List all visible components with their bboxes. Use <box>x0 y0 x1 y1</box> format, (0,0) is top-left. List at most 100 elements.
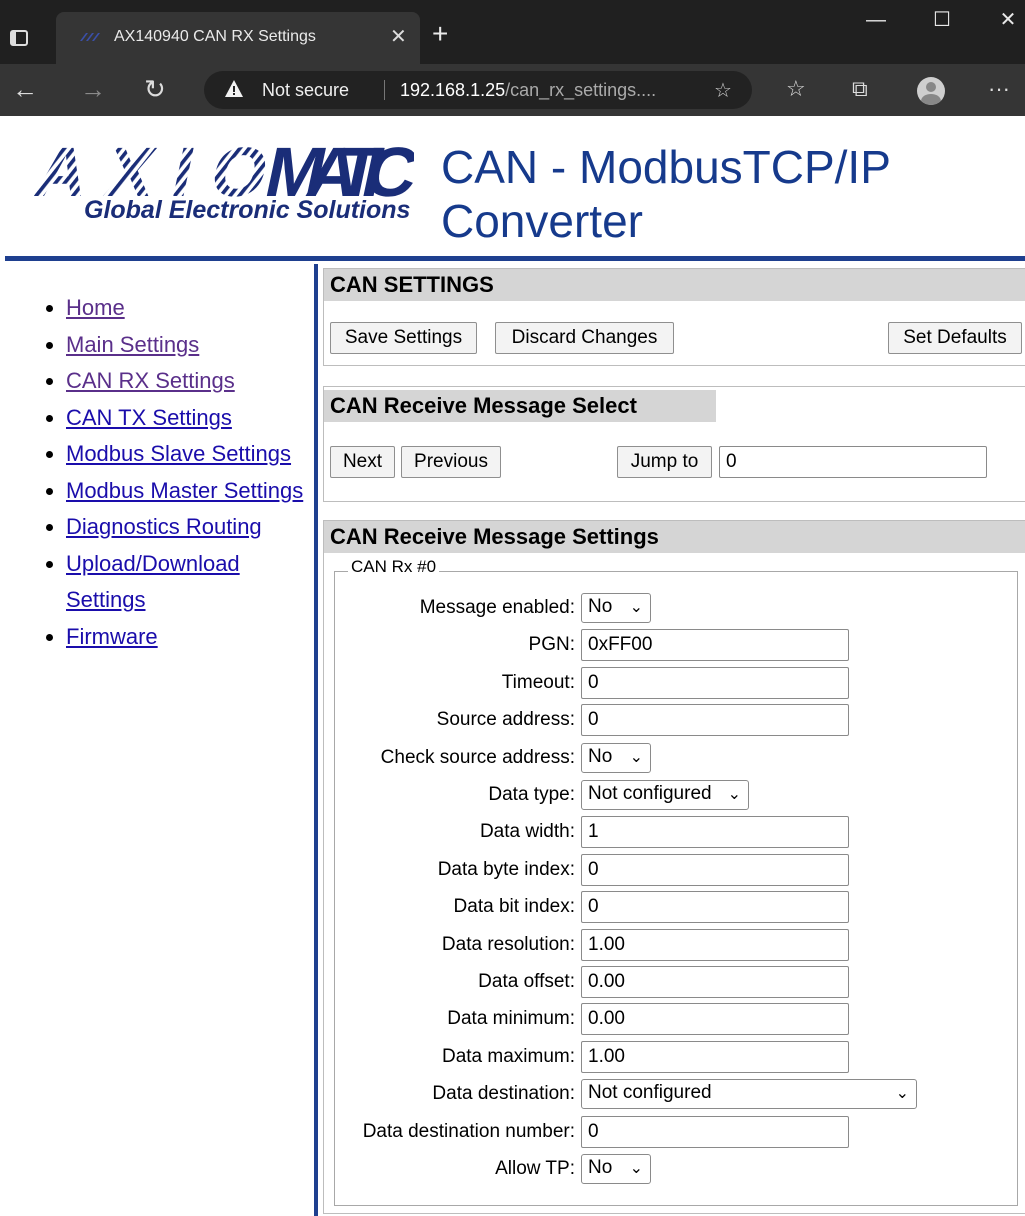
message-select-title: CAN Receive Message Select <box>324 390 716 422</box>
jump-to-button[interactable]: Jump to <box>617 446 712 478</box>
sidebar-divider <box>314 264 318 1216</box>
nav-link-can-tx-settings[interactable]: CAN TX Settings <box>66 405 232 430</box>
message-enabled-select[interactable]: No ⌄ <box>581 593 651 623</box>
close-tab-icon[interactable]: ✕ <box>390 24 407 49</box>
message-settings-title: CAN Receive Message Settings <box>324 521 1025 553</box>
data-byte-index-label: Data byte index: <box>437 859 575 880</box>
sidebar-item: Main Settings <box>66 327 310 364</box>
sidebar-item: CAN RX Settings <box>66 363 310 400</box>
more-menu-icon[interactable]: ··· <box>988 74 1010 104</box>
close-window-button[interactable]: ✕ <box>978 2 1025 42</box>
can-settings-title: CAN SETTINGS <box>324 269 1025 301</box>
tab-title: AX140940 CAN RX Settings <box>114 28 316 45</box>
maximize-button[interactable]: ☐ <box>912 2 972 42</box>
browser-tab-bar: AX140940 CAN RX Settings ✕ + — ☐ ✕ <box>0 0 1025 64</box>
timeout-label: Timeout: <box>501 672 575 693</box>
chevron-down-icon: ⌄ <box>727 786 741 803</box>
data-type-label: Data type: <box>488 784 575 805</box>
can-rx-legend: CAN Rx #0 <box>348 557 440 577</box>
sidebar-item: Diagnostics Routing <box>66 509 310 546</box>
browser-tab[interactable]: AX140940 CAN RX Settings ✕ <box>56 12 420 64</box>
profile-avatar[interactable] <box>917 77 945 105</box>
check-source-address-select[interactable]: No ⌄ <box>581 743 651 773</box>
new-tab-button[interactable]: + <box>432 20 448 48</box>
url-host: 192.168.1.25 <box>400 80 506 100</box>
jump-to-input[interactable] <box>719 446 987 478</box>
check-source-address-value: No <box>588 746 613 767</box>
data-destination-label: Data destination: <box>432 1083 575 1104</box>
security-status[interactable]: Not secure <box>262 80 349 101</box>
data-maximum-input[interactable] <box>581 1041 849 1073</box>
page-title: CAN - ModbusTCP/IP Converter <box>441 141 891 247</box>
url-text[interactable]: 192.168.1.25/can_rx_settings.... <box>400 80 656 101</box>
source-address-label: Source address: <box>436 709 575 730</box>
message-enabled-value: No <box>588 596 613 617</box>
nav-link-diagnostics-routing[interactable]: Diagnostics Routing <box>66 514 262 539</box>
warning-icon <box>225 80 243 97</box>
header-divider <box>5 256 1025 261</box>
data-resolution-input[interactable] <box>581 929 849 961</box>
data-offset-input[interactable] <box>581 966 849 998</box>
allow-tp-label: Allow TP: <box>495 1158 575 1179</box>
site-favicon-icon <box>80 33 100 41</box>
data-destination-number-input[interactable] <box>581 1116 849 1148</box>
check-source-address-label: Check source address: <box>380 747 575 768</box>
data-type-select[interactable]: Not configured ⌄ <box>581 780 749 810</box>
chevron-down-icon: ⌄ <box>629 749 643 766</box>
minimize-button[interactable]: — <box>846 2 906 42</box>
collections-icon[interactable]: ⧉ <box>852 74 868 104</box>
nav-link-main-settings[interactable]: Main Settings <box>66 332 199 357</box>
allow-tp-value: No <box>588 1157 613 1178</box>
chevron-down-icon: ⌄ <box>629 1160 643 1177</box>
pgn-label: PGN: <box>528 634 575 655</box>
data-bit-index-input[interactable] <box>581 891 849 923</box>
previous-button[interactable]: Previous <box>401 446 501 478</box>
refresh-icon[interactable]: ↻ <box>144 72 166 106</box>
data-width-input[interactable] <box>581 816 849 848</box>
add-favorite-icon[interactable]: ☆ <box>714 78 732 103</box>
source-address-input[interactable] <box>581 704 849 736</box>
nav-link-can-rx-settings[interactable]: CAN RX Settings <box>66 368 235 393</box>
data-minimum-label: Data minimum: <box>447 1008 575 1029</box>
back-icon[interactable]: ← <box>12 72 38 106</box>
data-maximum-label: Data maximum: <box>441 1046 575 1067</box>
chevron-down-icon: ⌄ <box>895 1085 909 1102</box>
sidebar-item: Modbus Slave Settings <box>66 436 310 473</box>
data-minimum-input[interactable] <box>581 1003 849 1035</box>
address-bar[interactable]: Not secure 192.168.1.25/can_rx_settings.… <box>204 71 752 109</box>
url-path: /can_rx_settings.... <box>505 80 657 100</box>
data-byte-index-input[interactable] <box>581 854 849 886</box>
discard-changes-button[interactable]: Discard Changes <box>495 322 674 354</box>
next-button[interactable]: Next <box>330 446 395 478</box>
nav-link-upload-download-settings[interactable]: Upload/Download Settings <box>66 551 240 613</box>
pgn-input[interactable] <box>581 629 849 661</box>
data-resolution-label: Data resolution: <box>441 934 575 955</box>
chevron-down-icon: ⌄ <box>629 599 643 616</box>
logo-tagline: Global Electronic Solutions <box>84 196 411 224</box>
sidebar-item: CAN TX Settings <box>66 400 310 437</box>
data-type-value: Not configured <box>588 783 712 804</box>
nav-link-modbus-slave-settings[interactable]: Modbus Slave Settings <box>66 441 291 466</box>
data-destination-number-label: Data destination number: <box>362 1121 575 1142</box>
nav-list: Home Main Settings CAN RX Settings CAN TX S… <box>40 290 310 655</box>
address-divider <box>384 80 385 100</box>
data-destination-select[interactable]: Not configured ⌄ <box>581 1079 917 1109</box>
allow-tp-select[interactable]: No ⌄ <box>581 1154 651 1184</box>
favorites-icon[interactable]: ☆ <box>786 74 806 104</box>
save-settings-button[interactable]: Save Settings <box>330 322 477 354</box>
nav-link-firmware[interactable]: Firmware <box>66 624 158 649</box>
nav-link-home[interactable]: Home <box>66 295 125 320</box>
tab-actions-icon[interactable] <box>10 30 28 46</box>
sidebar-item: Firmware <box>66 619 310 656</box>
browser-toolbar: ← → ↻ Not secure 192.168.1.25/can_rx_set… <box>0 64 1025 116</box>
forward-icon[interactable]: → <box>80 72 106 106</box>
timeout-input[interactable] <box>581 667 849 699</box>
nav-link-modbus-master-settings[interactable]: Modbus Master Settings <box>66 478 303 503</box>
data-destination-value: Not configured <box>588 1082 712 1103</box>
data-width-label: Data width: <box>479 821 575 842</box>
sidebar-nav: Home Main Settings CAN RX Settings CAN TX S… <box>40 290 310 655</box>
sidebar-item: Upload/Download Settings <box>66 546 310 619</box>
set-defaults-button[interactable]: Set Defaults <box>888 322 1022 354</box>
message-enabled-label: Message enabled: <box>419 597 575 618</box>
data-offset-label: Data offset: <box>478 971 575 992</box>
